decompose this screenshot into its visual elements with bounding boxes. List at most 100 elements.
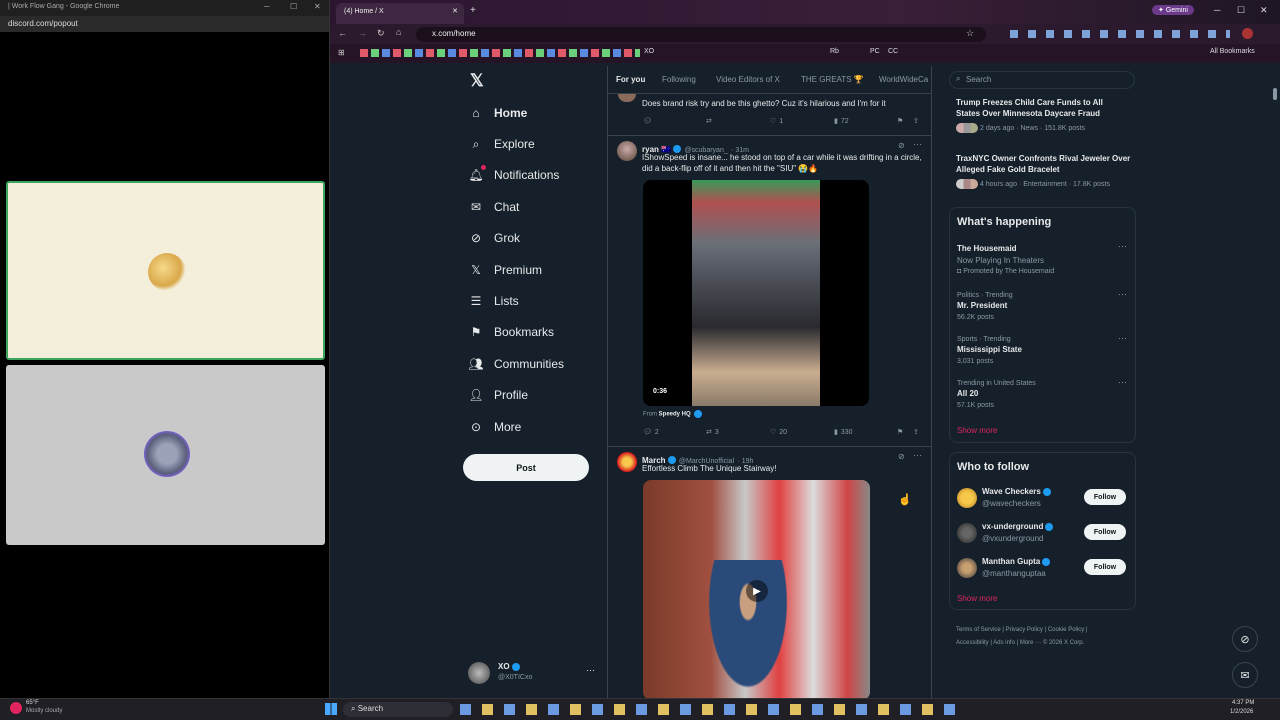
maximize-icon[interactable]: ☐ [290,2,297,11]
follow-button[interactable]: Follow [1084,559,1126,575]
minimize-icon[interactable]: ─ [264,2,270,11]
scrollbar[interactable] [1272,66,1278,698]
footer-more[interactable]: More ··· [1020,640,1041,646]
tweet-video[interactable]: 0:36 [643,180,869,406]
tab-for-you[interactable]: For you [616,75,645,84]
bookmark-icon[interactable]: ⚑ [897,428,903,436]
maximize-icon[interactable]: ☐ [1237,5,1245,16]
nav-communities[interactable]: 👥︎ Communities [463,348,593,379]
repost-icon[interactable]: ⇄ [706,117,712,125]
nav-bookmarks[interactable]: ⚑ Bookmarks [463,317,593,348]
bookmark-icon[interactable]: ⚑ [897,117,903,125]
share-icon[interactable]: ⇪ [913,428,919,436]
nav-notifications[interactable]: 🔔︎ Notifications [463,160,593,191]
tweet[interactable]: ryan 🇦🇺 @scubaryan_ · 31m ⊘ ··· IShowSpe… [608,136,931,447]
share-icon[interactable]: ⇪ [913,117,919,125]
weather-icon[interactable] [10,702,22,714]
url-input[interactable]: x.com/home [416,27,986,42]
minimize-icon[interactable]: ─ [1214,5,1220,15]
avatar[interactable] [617,141,637,161]
suggestion-name[interactable]: Wave Checkers [982,487,1051,496]
news-headline[interactable]: TraxNYC Owner Confronts Rival Jeweler Ov… [956,153,1134,175]
nav-more[interactable]: ⊙ More [463,411,593,442]
nav-premium[interactable]: 𝕏 Premium [463,254,593,285]
close-icon[interactable]: ✕ [314,2,321,11]
taskbar-app-icons[interactable] [460,704,955,715]
avatar[interactable] [957,488,977,508]
bookmark-cc[interactable]: CC [888,48,898,55]
more-dots-icon[interactable]: ··· [586,665,595,675]
tweet-video[interactable]: ▶ [643,480,870,698]
new-tab-icon[interactable]: + [470,5,476,16]
reply-button[interactable]: 💬︎ 2 [643,428,659,437]
follow-button[interactable]: Follow [1084,524,1126,540]
account-switcher[interactable]: XO @X0TICxo ··· [468,660,603,688]
voice-participant-tile[interactable] [6,181,325,360]
video-source[interactable]: From Speedy HQ [643,410,703,418]
suggestion-name[interactable]: vx-underground [982,522,1054,531]
apps-icon[interactable]: ⊞ [338,48,345,57]
extension-icons[interactable] [1010,30,1230,38]
nav-explore[interactable]: ⌕ Explore [463,128,593,159]
bookmark-pc[interactable]: PC [870,48,880,55]
browser-tab[interactable]: (4) Home / X ✕ [336,3,464,24]
trend-title[interactable]: Mr. President [957,301,1007,310]
voice-participant-tile[interactable] [6,365,325,545]
tab-video-editors[interactable]: Video Editors of X [716,75,780,84]
tab-the-greats[interactable]: THE GREATS 🏆 [801,75,864,84]
all-bookmarks[interactable]: All Bookmarks [1210,48,1255,55]
reload-icon[interactable]: ↻ [377,28,385,39]
tab-worldwide[interactable]: WorldWideCa [879,75,928,84]
bookmark-rb[interactable]: Rb [830,48,839,55]
back-icon[interactable]: ← [338,28,347,38]
search-input[interactable]: ⌕ Search [949,71,1135,89]
bookmark-star-icon[interactable]: ☆ [966,28,974,39]
trend-title[interactable]: Mississippi State [957,345,1022,354]
grok-icon[interactable]: ⊘ [898,452,905,461]
profile-avatar-icon[interactable] [1242,28,1253,39]
grok-icon[interactable]: ⊘ [1232,626,1258,652]
views-button[interactable]: ▮ 72 [834,117,849,126]
footer-cookie[interactable]: Cookie Policy [1048,627,1084,633]
show-more-link[interactable]: Show more [957,594,997,603]
tweet[interactable]: March @MarchUnofficial · 19h ⊘ ··· Effor… [608,447,931,698]
play-icon[interactable]: ▶ [746,580,768,602]
more-dots-icon[interactable]: ··· [1118,377,1127,387]
more-dots-icon[interactable]: ··· [1118,333,1127,343]
more-dots-icon[interactable]: ··· [1118,289,1127,299]
footer-terms[interactable]: Terms of Service [956,627,1001,633]
news-headline[interactable]: Trump Freezes Child Care Funds to All St… [956,97,1126,119]
post-button[interactable]: Post [463,454,589,481]
footer-privacy[interactable]: Privacy Policy [1006,627,1043,633]
reply-icon[interactable]: 💬︎ [643,117,652,125]
bookmark-xo[interactable]: XO [644,48,654,55]
avatar[interactable] [957,523,977,543]
taskbar-search[interactable]: ⌕ Search [343,702,453,717]
like-button[interactable]: ♡ 20 [770,428,787,437]
nav-profile[interactable]: 👤︎ Profile [463,380,593,411]
bookmark-favicons[interactable] [360,49,640,57]
footer-ads[interactable]: Ads info [993,640,1015,646]
tweet[interactable]: Does brand risk try and be this ghetto? … [608,94,931,136]
mail-icon[interactable]: ✉ [1232,662,1258,688]
nav-lists[interactable]: ☰ Lists [463,285,593,316]
like-button[interactable]: ♡ 1 [770,117,783,126]
home-browser-icon[interactable]: ⌂ [396,27,401,37]
forward-icon[interactable]: → [358,28,367,38]
gemini-button[interactable]: ✦ Gemini [1152,5,1194,15]
x-logo-icon[interactable]: 𝕏 [470,71,484,91]
trend-title[interactable]: All 20 [957,389,978,398]
more-dots-icon[interactable]: ··· [913,450,922,460]
follow-button[interactable]: Follow [1084,489,1126,505]
show-more-link[interactable]: Show more [957,426,997,435]
more-dots-icon[interactable]: ··· [913,139,922,149]
nav-chat[interactable]: ✉ Chat [463,191,593,222]
suggestion-name[interactable]: Manthan Gupta [982,557,1051,566]
repost-button[interactable]: ⇄ 3 [706,428,719,437]
windows-start-icon[interactable] [325,703,337,715]
avatar[interactable] [617,452,637,472]
trend-title[interactable]: The Housemaid [957,244,1017,253]
grok-icon[interactable]: ⊘ [898,141,905,150]
nav-grok[interactable]: ⊘ Grok [463,223,593,254]
footer-accessibility[interactable]: Accessibility [956,640,989,646]
